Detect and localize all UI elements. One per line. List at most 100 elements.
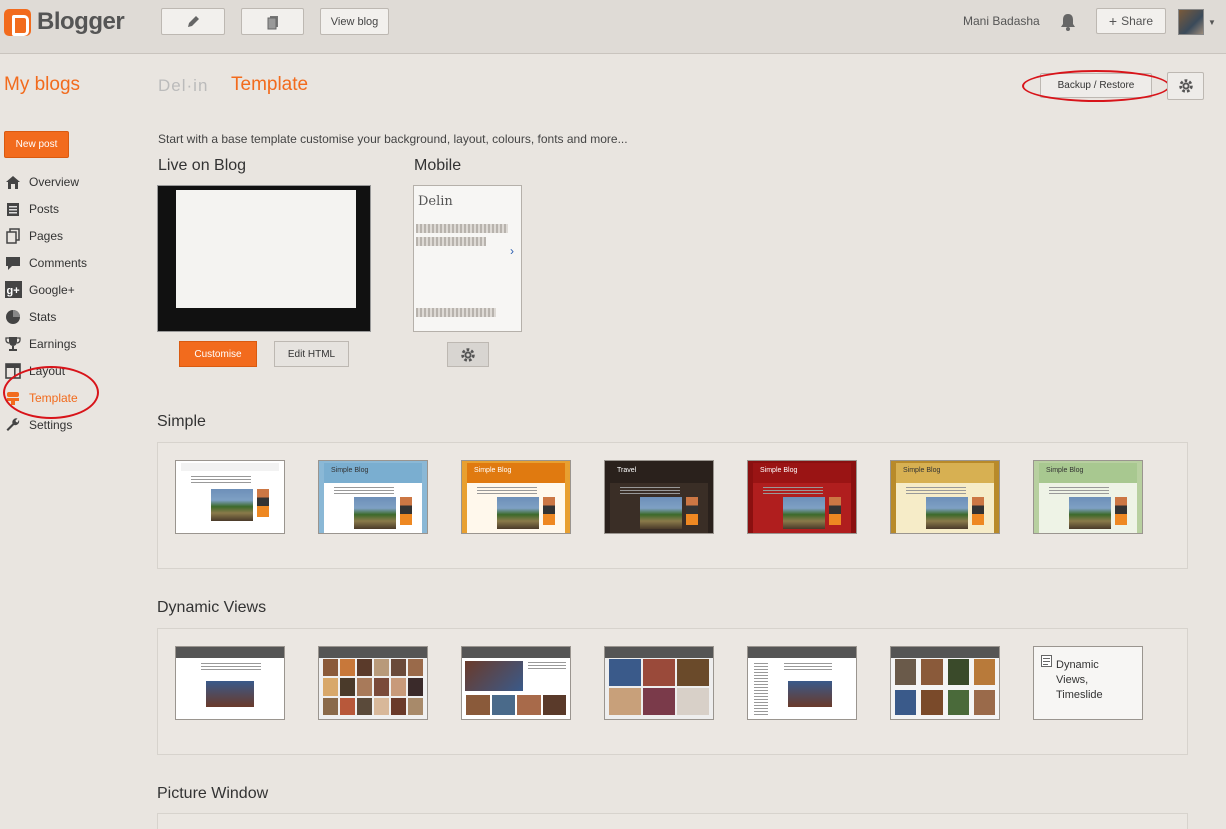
template-thumbnail[interactable] (890, 646, 1000, 720)
documents-icon (267, 15, 278, 29)
view-blog-button[interactable]: View blog (320, 8, 389, 35)
chevron-right-icon: › (510, 244, 514, 258)
template-thumbnail-timeslide[interactable]: Dynamic Views, Timeslide (1033, 646, 1143, 720)
share-button[interactable]: + Share (1096, 8, 1166, 34)
thumbnail-sidebar-widget (829, 497, 841, 525)
template-thumbnail[interactable]: Simple Blog (318, 460, 428, 534)
thumbnail-page: Simple Blog (467, 463, 565, 533)
template-thumbnail[interactable] (461, 646, 571, 720)
wrench-icon (4, 416, 22, 434)
sidebar-item-google-plus[interactable]: g+ Google+ (4, 276, 144, 303)
avatar[interactable] (1178, 9, 1204, 35)
thumbnail-photo (926, 497, 968, 529)
settings-gear-button[interactable] (1167, 72, 1204, 100)
template-thumbnail[interactable] (604, 646, 714, 720)
pencil-icon (188, 15, 199, 27)
thumbnail-mosaic (323, 659, 423, 715)
template-thumbnail[interactable]: Simple Blog (1033, 460, 1143, 534)
thumbnail-photo (206, 681, 254, 707)
sidebar-item-earnings[interactable]: Earnings (4, 330, 144, 357)
edit-html-button[interactable]: Edit HTML (274, 341, 349, 367)
sidebar-item-comments[interactable]: Comments (4, 249, 144, 276)
my-blogs-link[interactable]: My blogs (4, 74, 80, 96)
thumbnail-photo (1069, 497, 1111, 529)
sidebar-item-label: Comments (29, 255, 88, 270)
new-post-pencil-button[interactable] (161, 8, 225, 35)
template-thumbnail[interactable]: Simple Blog (890, 460, 1000, 534)
sidebar-item-label: Posts (29, 201, 60, 216)
thumbnail-text (201, 663, 261, 670)
top-bar: Blogger View blog Mani Badasha + Share ▼ (0, 0, 1226, 54)
customise-button[interactable]: Customise (179, 341, 257, 367)
thumbnail-page: Simple Blog (324, 463, 422, 533)
template-thumbnail[interactable]: Simple Blog (747, 460, 857, 534)
mobile-template-preview[interactable]: Delin › (413, 185, 522, 332)
thumbnail-page: Simple Blog (753, 463, 851, 533)
thumbnail-text (477, 487, 537, 494)
thumbnail-photo (788, 681, 832, 707)
posts-icon (4, 200, 22, 218)
mobile-preview-text (416, 237, 486, 246)
google-plus-icon: g+ (4, 281, 22, 299)
sidebar-item-overview[interactable]: Overview (4, 168, 144, 195)
sidebar-item-label: Settings (29, 417, 73, 432)
mobile-settings-button[interactable] (447, 342, 489, 367)
blogger-logo[interactable]: Blogger (4, 8, 125, 36)
mobile-preview-title: Delin (418, 194, 453, 209)
thumbnail-text (528, 662, 566, 669)
thumbnail-mosaic (895, 659, 995, 715)
posts-list-button[interactable] (241, 8, 304, 35)
thumbnail-photo (354, 497, 396, 529)
thumbnail-text (334, 487, 394, 494)
thumbnail-header (176, 647, 284, 658)
thumbnail-sidebar-widget (543, 497, 555, 525)
thumbnail-header (181, 463, 279, 471)
new-post-button[interactable]: New post (4, 131, 69, 158)
template-thumbnail[interactable] (318, 646, 428, 720)
document-icon (1041, 655, 1052, 667)
live-on-blog-label: Live on Blog (158, 157, 247, 174)
dynamic-views-section-title: Dynamic Views (157, 599, 267, 616)
svg-text:g+: g+ (6, 285, 19, 297)
template-thumbnail[interactable] (175, 646, 285, 720)
share-label: Share (1121, 14, 1154, 28)
dynamic-views-template-gallery: Dynamic Views, Timeslide (157, 628, 1188, 755)
thumbnail-sidebar-list (754, 663, 768, 717)
thumbnail-header (605, 647, 713, 658)
gear-icon (1178, 79, 1193, 93)
sidebar-item-pages[interactable]: Pages (4, 222, 144, 249)
mobile-label: Mobile (414, 157, 462, 174)
thumbnail-text (784, 663, 832, 670)
sidebar-item-stats[interactable]: Stats (4, 303, 144, 330)
user-name: Mani Badasha (963, 14, 1040, 28)
thumbnail-title: Simple Blog (1046, 467, 1084, 474)
chevron-down-icon[interactable]: ▼ (1208, 18, 1216, 27)
template-thumbnail[interactable] (747, 646, 857, 720)
thumbnail-label: Dynamic Views, Timeslide (1056, 659, 1103, 701)
mobile-preview-text (416, 308, 496, 317)
notification-bell-icon[interactable] (1058, 12, 1078, 32)
plus-icon: + (1108, 13, 1118, 29)
thumbnail-page (181, 463, 279, 533)
thumbnail-text (191, 476, 251, 483)
gear-icon (461, 347, 475, 362)
template-thumbnail[interactable] (175, 460, 285, 534)
thumbnail-title: Travel (617, 467, 637, 474)
template-thumbnail[interactable]: Travel (604, 460, 714, 534)
thumbnail-page: Simple Blog (896, 463, 994, 533)
thumbnail-sidebar-widget (686, 497, 698, 525)
live-template-preview[interactable] (157, 185, 371, 332)
highlight-circle-backup (1022, 70, 1170, 102)
blog-name: Del·in (158, 76, 209, 95)
thumbnail-sidebar-widget (972, 497, 984, 525)
thumbnail-photo (640, 497, 682, 529)
thumbnail-header (891, 647, 999, 658)
thumbnail-header (319, 647, 427, 658)
sidebar-item-posts[interactable]: Posts (4, 195, 144, 222)
thumbnail-sidebar-widget (257, 489, 269, 517)
template-thumbnail[interactable]: Simple Blog (461, 460, 571, 534)
picture-window-section-title: Picture Window (157, 785, 269, 802)
sidebar-item-label: Overview (29, 174, 80, 189)
trophy-icon (4, 335, 22, 353)
sidebar-item-label: Pages (29, 228, 64, 243)
